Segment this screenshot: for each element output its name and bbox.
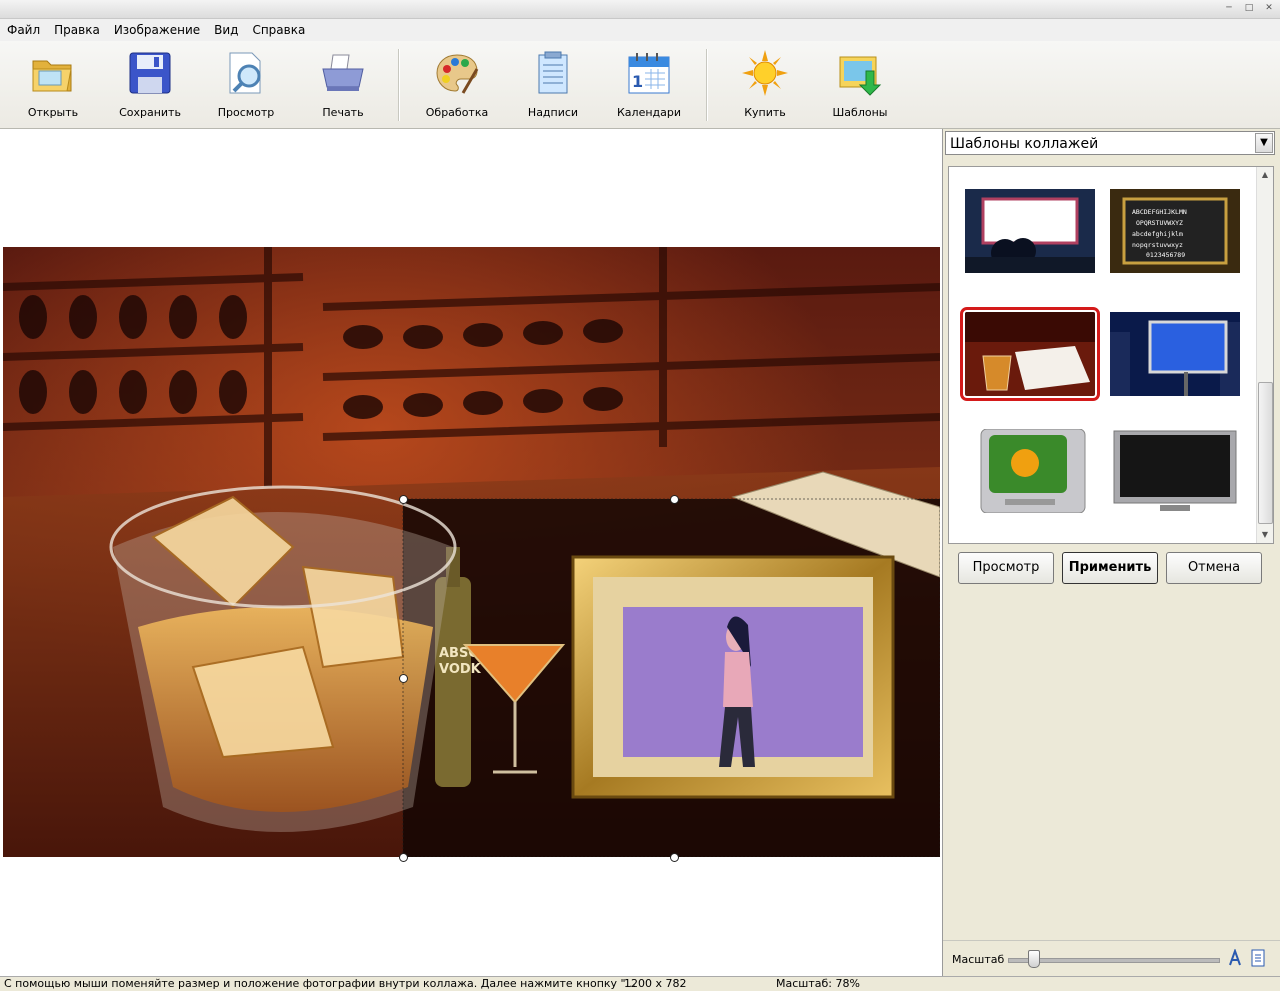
status-bar: С помощью мыши поменяйте размер и положе… xyxy=(0,976,1280,991)
toolbar-separator xyxy=(398,49,400,121)
template-category-value: Шаблоны коллажей xyxy=(950,136,1099,152)
preview-label: Просмотр xyxy=(217,106,275,119)
apply-button[interactable]: Применить xyxy=(1062,552,1158,584)
toolbar: Открыть Сохранить Просмотр Печать Обрабо… xyxy=(0,41,1280,129)
status-hint: С помощью мыши поменяйте размер и положе… xyxy=(4,977,637,990)
scrollbar-thumb[interactable] xyxy=(1258,382,1273,524)
zoom-slider-thumb[interactable] xyxy=(1028,950,1040,968)
template-thumb-billboard[interactable] xyxy=(1110,312,1240,396)
template-thumb-chalkboard[interactable]: ABCDEFGHIJKLMN OPQRSTUVWXYZ abcdefghijkl… xyxy=(1110,189,1240,273)
font-size-icon[interactable] xyxy=(1228,949,1244,967)
resize-handle[interactable] xyxy=(399,495,408,504)
template-category-select[interactable]: Шаблоны коллажей ▼ xyxy=(945,131,1275,155)
status-zoom: Масштаб: 78% xyxy=(776,977,860,990)
menu-file[interactable]: Файл xyxy=(0,23,47,37)
calendar-icon: 1 xyxy=(628,53,670,94)
notepad-icon xyxy=(538,51,568,94)
magnifier-page-icon xyxy=(229,52,261,94)
calendars-label: Календари xyxy=(616,106,682,119)
page-fit-icon[interactable] xyxy=(1250,949,1266,967)
save-button[interactable]: Сохранить xyxy=(105,45,195,123)
menu-edit[interactable]: Правка xyxy=(47,23,107,37)
template-download-icon xyxy=(839,56,882,96)
template-gallery[interactable]: ABCDEFGHIJKLMN OPQRSTUVWXYZ abcdefghijkl… xyxy=(948,166,1274,544)
scroll-down-icon[interactable]: ▼ xyxy=(1257,527,1273,543)
captions-button[interactable]: Надписи xyxy=(508,45,598,123)
open-button[interactable]: Открыть xyxy=(8,45,98,123)
status-image-size: 1200 x 782 xyxy=(624,977,687,990)
open-label: Открыть xyxy=(27,106,79,119)
chalk-line-5: 0123456789 xyxy=(1146,251,1185,259)
calendars-button[interactable]: 1 Календари xyxy=(604,45,694,123)
close-icon[interactable]: ✕ xyxy=(1262,2,1276,14)
sun-icon xyxy=(742,50,788,96)
captions-label: Надписи xyxy=(527,106,579,119)
template-thumb-flat-tv[interactable] xyxy=(1110,429,1240,513)
svg-text:1: 1 xyxy=(632,72,643,91)
minimize-icon[interactable]: ─ xyxy=(1222,2,1236,14)
toolbar-separator xyxy=(706,49,708,121)
chevron-down-icon[interactable]: ▼ xyxy=(1255,133,1273,153)
template-thumb-crt-tv[interactable] xyxy=(965,429,1095,513)
collage-canvas[interactable]: ABSO VODK xyxy=(0,129,943,976)
buy-button[interactable]: Купить xyxy=(720,45,810,123)
print-button[interactable]: Печать xyxy=(298,45,388,123)
bottle-label-line2: VODK xyxy=(439,662,482,677)
resize-handle[interactable] xyxy=(399,853,408,862)
menu-bar: Файл Правка Изображение Вид Справка xyxy=(0,19,1280,41)
menu-image[interactable]: Изображение xyxy=(107,23,207,37)
zoom-control: Масштаб xyxy=(943,940,1280,977)
chalk-line-2: OPQRSTUVWXYZ xyxy=(1136,219,1183,227)
menu-view[interactable]: Вид xyxy=(207,23,245,37)
collage-image[interactable]: ABSO VODK xyxy=(3,247,940,857)
templates-panel: Шаблоны коллажей ▼ ABCDEFGHIJKLMN OPQRST… xyxy=(943,129,1280,976)
preview-toolbar-button[interactable]: Просмотр xyxy=(201,45,291,123)
resize-handle[interactable] xyxy=(670,495,679,504)
template-thumb-whiskey-selected[interactable] xyxy=(960,307,1100,401)
printer-icon xyxy=(322,54,364,91)
palette-icon xyxy=(436,54,479,94)
gallery-scrollbar[interactable]: ▲ ▼ xyxy=(1256,167,1273,543)
chalk-line-4: nopqrstuvwxyz xyxy=(1132,241,1183,249)
cancel-button[interactable]: Отмена xyxy=(1166,552,1262,584)
folder-icon xyxy=(32,60,72,92)
template-thumb-cinema[interactable] xyxy=(965,189,1095,273)
process-button[interactable]: Обработка xyxy=(412,45,502,123)
chalk-line-3: abcdefghijklm xyxy=(1132,230,1183,238)
resize-handle[interactable] xyxy=(670,853,679,862)
templates-button[interactable]: Шаблоны xyxy=(815,45,905,123)
maximize-icon[interactable]: □ xyxy=(1242,2,1256,14)
process-label: Обработка xyxy=(425,106,489,119)
floppy-disk-icon xyxy=(129,52,171,94)
preview-button[interactable]: Просмотр xyxy=(958,552,1054,584)
resize-handle[interactable] xyxy=(399,674,408,683)
zoom-label: Масштаб xyxy=(952,953,1005,966)
buy-label: Купить xyxy=(744,106,786,119)
chalk-line-1: ABCDEFGHIJKLMN xyxy=(1132,208,1187,216)
scroll-up-icon[interactable]: ▲ xyxy=(1257,167,1273,183)
title-bar: ─ □ ✕ xyxy=(0,0,1280,19)
templates-label: Шаблоны xyxy=(832,106,888,119)
print-label: Печать xyxy=(322,106,364,119)
menu-help[interactable]: Справка xyxy=(245,23,312,37)
save-label: Сохранить xyxy=(119,106,181,119)
